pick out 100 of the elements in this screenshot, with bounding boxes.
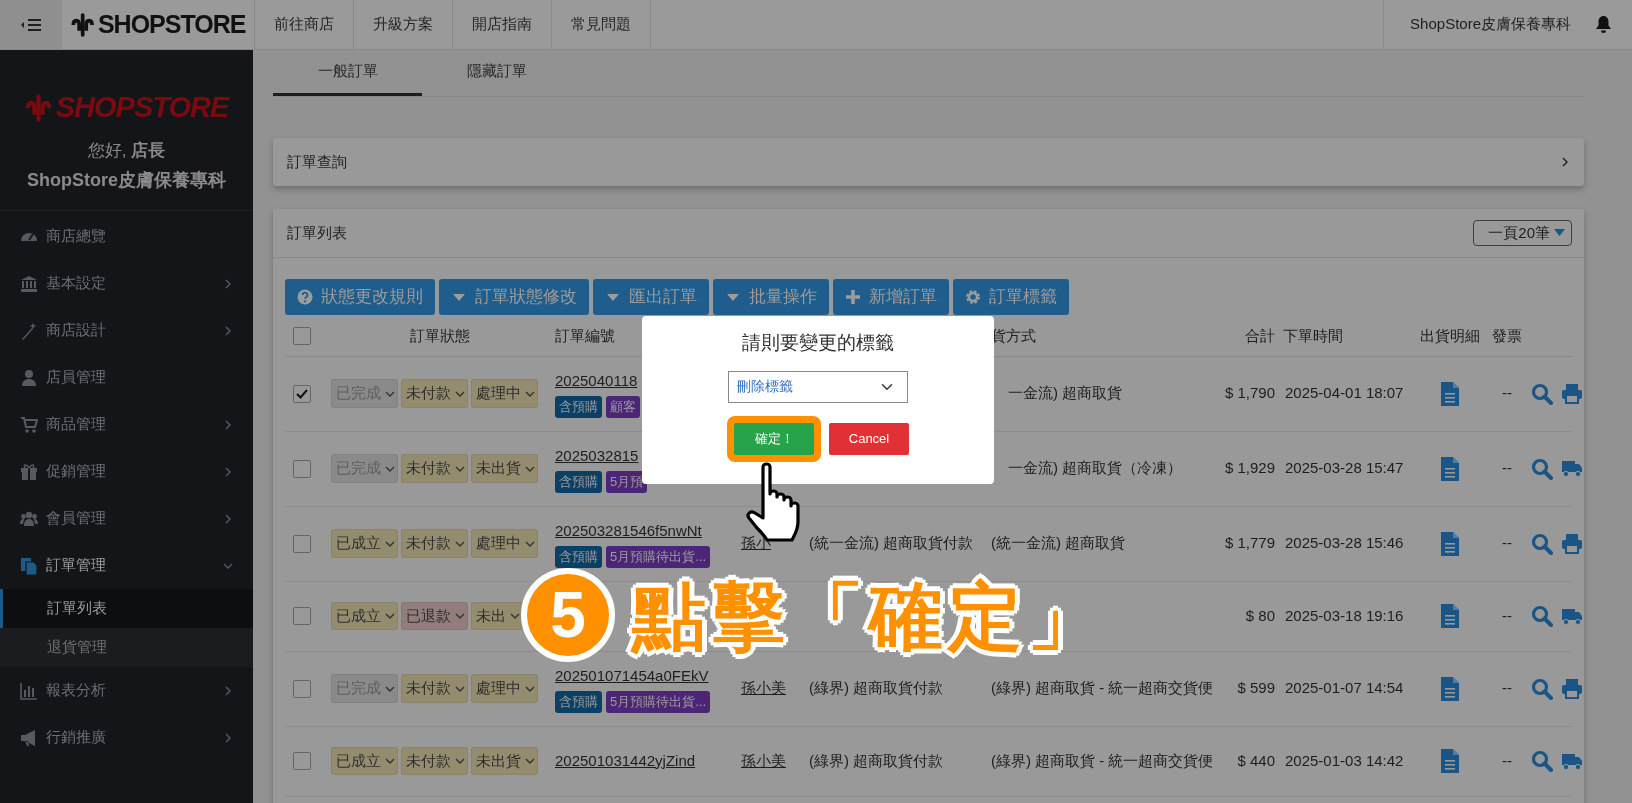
sidebar-item[interactable]: 行銷推廣 [0,714,253,761]
sidebar-item[interactable]: 店員管理 [0,354,253,401]
status-dropdown[interactable]: 未付款 [401,454,468,483]
column-header: 訂單狀態 [410,326,470,344]
nav-link[interactable]: 升級方案 [354,0,453,49]
row-checkbox[interactable] [293,679,311,698]
page-size-dropdown[interactable]: 一頁20筆 [1473,219,1572,247]
payment-method: (統一金流) 超商取貨付款 [809,534,974,552]
toolbar-button[interactable]: 狀態更改規則 [285,279,435,315]
greeting-text: 您好, 店長 [86,139,167,162]
nav-link[interactable]: 常見問題 [552,0,651,49]
document-icon[interactable] [1439,748,1460,774]
order-id-link[interactable]: 202501071454a0FEkV [555,666,709,684]
search-icon[interactable] [1531,532,1553,555]
nav-link[interactable]: 開店指南 [453,0,552,49]
search-panel[interactable]: 訂單查詢 [273,138,1584,186]
order-id-link[interactable]: 2025040118 [555,371,638,389]
sidebar-item[interactable]: 訂單管理 [0,542,253,589]
status-dropdown[interactable]: 未付款 [401,674,468,703]
status-dropdown[interactable]: 已退款 [401,601,468,631]
sidebar-item[interactable]: 促銷管理 [0,448,253,495]
person-icon [20,368,38,387]
document-icon[interactable] [1439,675,1460,702]
bell-icon[interactable] [1595,15,1612,34]
order-id-link[interactable]: 202501031442yjZind [555,751,696,769]
chevron-down-icon [455,611,465,621]
row-checkbox[interactable] [293,752,311,770]
status-dropdown[interactable]: 未付款 [401,379,468,408]
customer-link[interactable]: 孫小美 [741,679,786,697]
status-dropdown[interactable]: 未出貨 [471,454,538,483]
confirm-button[interactable]: 確定！ [734,422,814,455]
status-dropdown[interactable]: 未付款 [401,746,468,776]
printer-icon[interactable] [1561,383,1583,404]
status-dropdown[interactable]: 未出貨 [471,746,538,776]
sidebar-item[interactable]: 報表分析 [0,667,253,714]
order-tag: 含預購 [555,471,602,493]
row-checkbox[interactable] [293,607,311,625]
sidebar-item[interactable]: 商店總覽 [0,213,253,260]
column-header: 訂單編號 [555,326,615,344]
sidebar-item[interactable]: 商品管理 [0,401,253,448]
order-id-link[interactable]: 202503281546f5nwNt [555,521,702,539]
search-icon[interactable] [1531,457,1553,480]
tag-action-select[interactable]: 刪除標籤 [728,370,908,403]
files-icon [20,556,38,575]
order-id-link[interactable]: 2025032815 [555,446,639,464]
help-icon [297,289,313,305]
status-dropdown[interactable]: 處理中 [471,529,538,558]
column-header: 出貨明細 [1419,326,1480,344]
document-icon[interactable] [1439,530,1460,557]
sidebar-subitem[interactable]: 退貨管理 [0,628,253,667]
chevron-right-icon [223,278,233,289]
search-icon[interactable] [1531,750,1553,772]
order-tag: 含預購 [555,546,602,568]
order-total: $ 1,790 [1224,384,1275,402]
document-icon[interactable] [1439,380,1460,407]
order-total: $ 440 [1237,751,1275,769]
toolbar-button[interactable]: 訂單狀態修改 [439,279,589,315]
status-dropdown[interactable]: 處理中 [471,674,538,703]
store-name[interactable]: ShopStore皮膚保養專科 [1410,13,1571,36]
document-icon[interactable] [1439,455,1460,482]
printer-icon[interactable] [1561,533,1583,554]
invoice-value: -- [1502,606,1512,624]
users-icon [20,509,38,528]
nav-link[interactable]: 前往商店 [255,0,354,49]
row-checkbox[interactable] [293,384,311,403]
cancel-button[interactable]: Cancel [829,422,909,455]
column-header: 下單時間 [1283,326,1343,344]
order-total: $ 599 [1237,679,1275,697]
printer-icon[interactable] [1561,678,1583,699]
tab[interactable]: 隱藏訂單 [422,50,571,96]
payment-method: (綠界) 超商取貨付款 [809,751,944,769]
status-dropdown[interactable]: 已成立 [331,601,398,631]
sidebar-subitem[interactable]: 訂單列表 [0,589,253,628]
order-time: 2025-03-28 15:47 [1285,459,1404,477]
select-all-checkbox[interactable] [293,326,311,345]
menu-toggle-button[interactable] [0,0,62,49]
toolbar-button[interactable]: 批量操作 [713,279,829,315]
sidebar-item[interactable]: 會員管理 [0,495,253,542]
status-dropdown[interactable]: 已成立 [331,746,398,776]
row-checkbox[interactable] [293,459,311,478]
search-icon[interactable] [1531,605,1553,627]
truck-icon[interactable] [1561,458,1583,479]
store-title: ShopStore皮膚保養專科 [26,169,227,192]
toolbar-button[interactable]: 訂單標籤 [953,279,1069,315]
status-dropdown[interactable]: 處理中 [471,379,538,408]
row-checkbox[interactable] [293,534,311,553]
sidebar-item[interactable]: 商店設計 [0,307,253,354]
shop-logo[interactable]: SHOPSTORE [62,0,255,49]
sidebar-item[interactable]: 基本設定 [0,260,253,307]
status-dropdown[interactable]: 已成立 [331,529,398,558]
customer-link[interactable]: 孫小美 [741,751,786,769]
toolbar-button[interactable]: 匯出訂單 [593,279,709,315]
status-dropdown[interactable]: 未出 [471,601,523,631]
tab[interactable]: 一般訂單 [273,50,422,96]
invoice-value: -- [1502,679,1512,697]
toolbar-button[interactable]: 新增訂單 [833,279,949,315]
search-icon[interactable] [1531,382,1553,405]
search-icon[interactable] [1531,677,1553,700]
status-dropdown[interactable]: 未付款 [401,529,468,558]
document-icon[interactable] [1439,603,1460,629]
